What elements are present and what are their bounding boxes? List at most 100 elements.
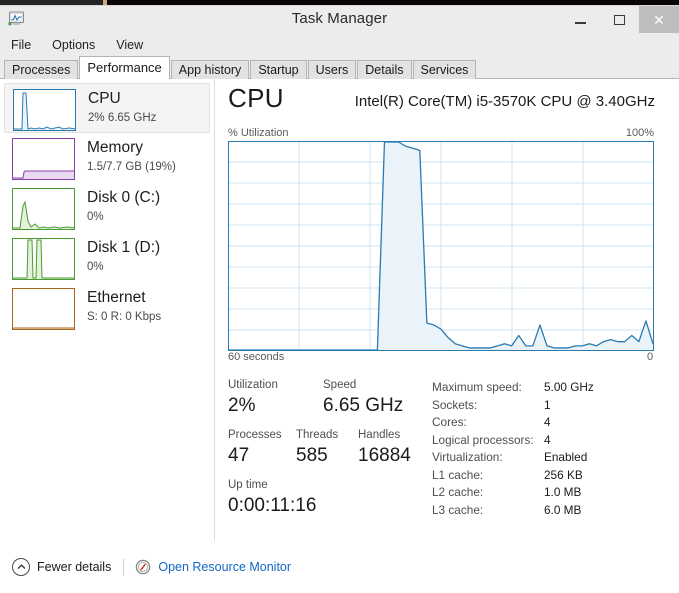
- chevron-up-circle-icon: [12, 558, 30, 576]
- spec-label: L1 cache:: [432, 467, 484, 482]
- open-resource-monitor-link[interactable]: Open Resource Monitor: [135, 559, 291, 575]
- spec-value: 5.00 GHz: [544, 380, 594, 394]
- spec-row: Maximum speed: 5.00 GHz: [432, 379, 672, 397]
- cpu-utilization-chart: [228, 141, 654, 351]
- spec-value: 256 KB: [544, 467, 583, 482]
- stat-label: Up time: [228, 479, 268, 491]
- stat-label: Handles: [358, 429, 401, 441]
- content-area: CPU 2% 6.65 GHz Memory 1.5/7.7 GB (19%) …: [0, 79, 679, 559]
- sidebar-item-disk-0[interactable]: Disk 0 (C:) 0%: [4, 183, 210, 233]
- title-bar[interactable]: Task Manager ✕: [0, 6, 679, 34]
- spec-label: Sockets:: [432, 397, 478, 412]
- stat-label: Processes: [228, 429, 282, 441]
- stat-handles: Handles 16884: [358, 427, 411, 469]
- disk0-sparkline: [12, 188, 75, 230]
- memory-sparkline: [12, 138, 75, 180]
- page-title: CPU: [228, 83, 284, 113]
- cpu-model-label: Intel(R) Core(TM) i5-3570K CPU @ 3.40GHz: [354, 93, 655, 110]
- sidebar-item-label: CPU: [88, 90, 121, 107]
- cpu-stats-left: Utilization 2% Speed 6.65 GHz Processes …: [228, 377, 438, 519]
- cpu-specs-list: Maximum speed: 5.00 GHz Sockets: 1 Cores: 4 Lo…: [432, 379, 672, 519]
- spec-row: L2 cache: 1.0 MB: [432, 484, 672, 502]
- spec-row: Logical processors: 4: [432, 432, 672, 450]
- minimize-button[interactable]: [560, 6, 600, 33]
- spec-row: L3 cache: 6.0 MB: [432, 502, 672, 520]
- spec-value: 6.0 MB: [544, 502, 582, 517]
- stat-speed: Speed 6.65 GHz: [323, 377, 403, 419]
- spec-label: Cores:: [432, 415, 467, 429]
- resource-sidebar[interactable]: CPU 2% 6.65 GHz Memory 1.5/7.7 GB (19%) …: [0, 79, 215, 559]
- sidebar-item-disk-1[interactable]: Disk 1 (D:) 0%: [4, 233, 210, 283]
- spec-value: 1.0 MB: [544, 485, 582, 499]
- sidebar-item-label: Ethernet: [87, 289, 146, 306]
- stat-label: Speed: [323, 379, 357, 391]
- stat-value: 0:00:11:16: [228, 495, 317, 516]
- stat-label: Threads: [296, 429, 339, 441]
- cpu-detail-panel: CPU Intel(R) Core(TM) i5-3570K CPU @ 3.4…: [216, 79, 679, 559]
- spec-value: 4: [544, 432, 551, 447]
- maximize-button[interactable]: [599, 6, 639, 33]
- tab-users[interactable]: Users: [307, 60, 357, 79]
- stat-value: 47: [228, 445, 250, 466]
- stats-row-2: Processes 47 Threads 585 Handles 16884: [228, 427, 438, 469]
- spec-row: L1 cache: 256 KB: [432, 467, 672, 485]
- spec-row: Cores: 4: [432, 414, 672, 432]
- disk1-sparkline: [12, 238, 75, 280]
- footer-divider: [123, 558, 125, 576]
- menu-item-options[interactable]: Options: [50, 37, 97, 53]
- chart-y-axis-label: % Utilization: [228, 127, 289, 139]
- spec-label: L3 cache:: [432, 502, 484, 517]
- cpu-sparkline: [13, 89, 76, 131]
- sidebar-item-sub: S: 0 R: 0 Kbps: [87, 311, 162, 323]
- tab-processes[interactable]: Processes: [4, 60, 79, 79]
- sidebar-item-memory[interactable]: Memory 1.5/7.7 GB (19%): [4, 133, 210, 183]
- tab-strip: Processes Performance App history Startu…: [0, 56, 679, 79]
- resource-monitor-label: Open Resource Monitor: [158, 560, 292, 574]
- sidebar-item-sub: 1.5/7.7 GB (19%): [87, 161, 176, 173]
- tab-app-history[interactable]: App history: [170, 60, 250, 79]
- task-manager-window: Task Manager ✕ File Options View Process…: [0, 5, 679, 593]
- spec-label: L2 cache:: [432, 485, 484, 499]
- close-icon: ✕: [653, 11, 665, 28]
- menu-bar: File Options View: [0, 34, 679, 56]
- stat-value: 16884: [358, 445, 411, 466]
- menu-item-view[interactable]: View: [114, 37, 145, 53]
- resource-monitor-icon: [136, 559, 151, 575]
- sidebar-item-sub: 0%: [87, 211, 104, 223]
- footer-bar: Fewer details Open Resource Monitor: [0, 541, 679, 593]
- tab-startup[interactable]: Startup: [250, 60, 307, 79]
- stat-utilization: Utilization 2%: [228, 377, 323, 419]
- menu-item-file[interactable]: File: [9, 37, 33, 53]
- stat-value: 2%: [228, 395, 256, 416]
- stat-threads: Threads 585: [296, 427, 358, 469]
- spec-value: 4: [544, 415, 551, 429]
- stat-uptime: Up time 0:00:11:16: [228, 477, 316, 519]
- tab-details[interactable]: Details: [357, 60, 412, 79]
- sidebar-item-sub: 0%: [87, 261, 104, 273]
- spec-value: Enabled: [544, 450, 588, 464]
- maximize-icon: [613, 14, 625, 25]
- spec-label: Virtualization:: [432, 450, 503, 464]
- tab-services[interactable]: Services: [412, 60, 477, 79]
- chart-x-axis-start: 60 seconds: [228, 351, 285, 363]
- close-button[interactable]: ✕: [639, 6, 679, 33]
- spec-label: Maximum speed:: [432, 380, 522, 394]
- stats-row-1: Utilization 2% Speed 6.65 GHz: [228, 377, 438, 419]
- tab-performance[interactable]: Performance: [79, 56, 170, 79]
- sidebar-item-ethernet[interactable]: Ethernet S: 0 R: 0 Kbps: [4, 283, 210, 333]
- spec-row: Sockets: 1: [432, 397, 672, 415]
- sidebar-item-label: Disk 1 (D:): [87, 239, 161, 256]
- stat-value: 6.65 GHz: [323, 395, 404, 416]
- sidebar-item-label: Disk 0 (C:): [87, 189, 161, 206]
- spec-label: Logical processors:: [432, 432, 534, 447]
- ethernet-sparkline: [12, 288, 75, 330]
- chart-x-axis-end: 0: [647, 351, 654, 363]
- stat-processes: Processes 47: [228, 427, 296, 469]
- sidebar-item-sub: 2% 6.65 GHz: [88, 112, 157, 124]
- sidebar-item-label: Memory: [87, 139, 143, 156]
- fewer-details-button[interactable]: Fewer details: [12, 558, 111, 576]
- spec-row: Virtualization: Enabled: [432, 449, 672, 467]
- minimize-icon: [574, 21, 586, 24]
- stats-row-3: Up time 0:00:11:16: [228, 477, 438, 519]
- sidebar-item-cpu[interactable]: CPU 2% 6.65 GHz: [4, 83, 210, 133]
